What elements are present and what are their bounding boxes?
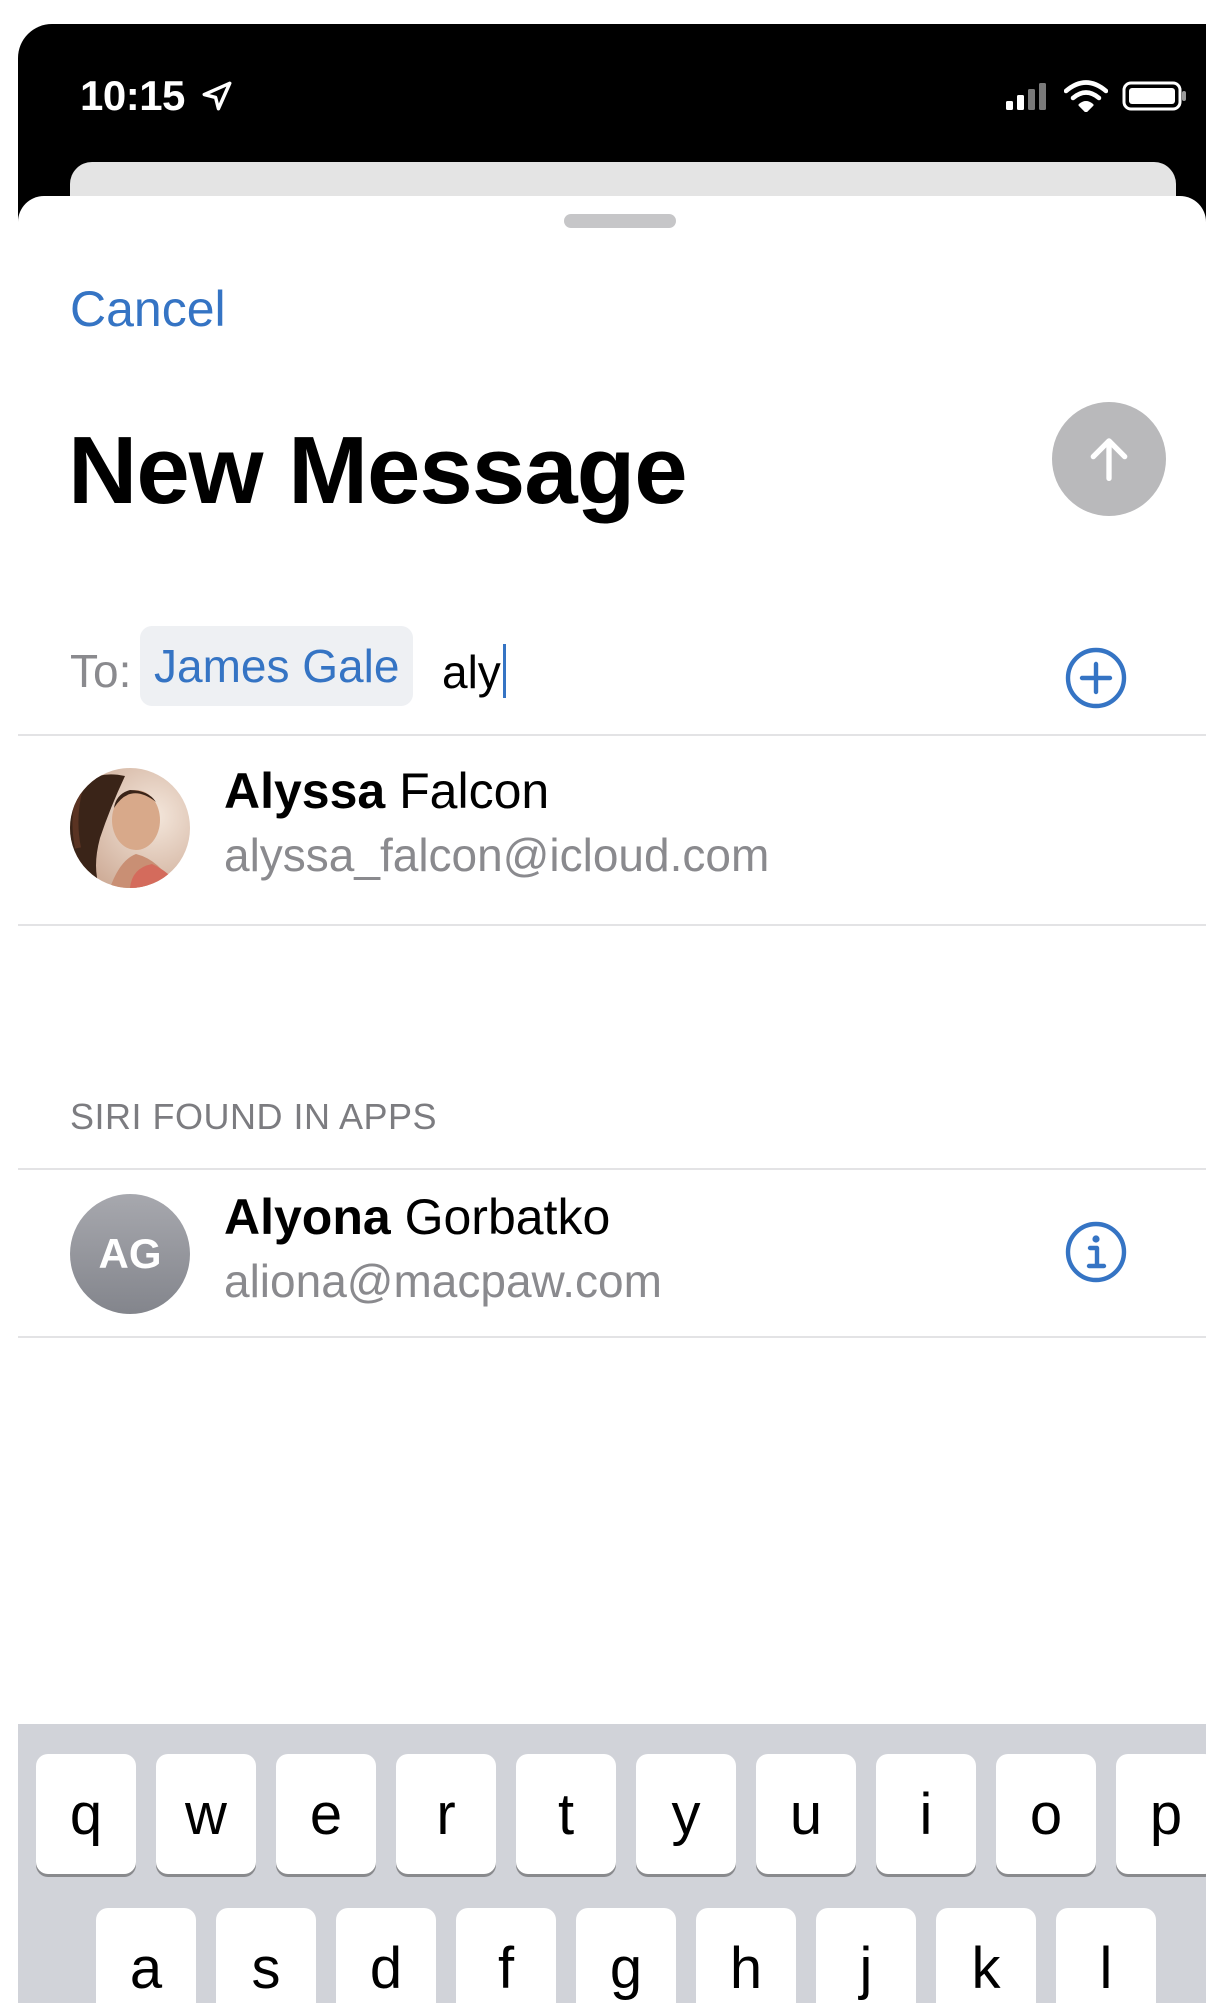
key-d[interactable]: d bbox=[336, 1908, 436, 2003]
contact-info-button[interactable] bbox=[1064, 1220, 1128, 1289]
key-h[interactable]: h bbox=[696, 1908, 796, 2003]
key-a[interactable]: a bbox=[96, 1908, 196, 2003]
key-t[interactable]: t bbox=[516, 1754, 616, 1874]
avatar: AG bbox=[70, 1194, 190, 1314]
compose-sheet: Cancel New Message To: James Gale aly Al… bbox=[18, 196, 1206, 2003]
contact-name-rest: Falcon bbox=[385, 763, 550, 819]
contact-name: Alyssa Falcon bbox=[224, 762, 549, 820]
key-q[interactable]: q bbox=[36, 1754, 136, 1874]
arrow-up-icon bbox=[1090, 438, 1128, 481]
key-u[interactable]: u bbox=[756, 1754, 856, 1874]
key-p[interactable]: p bbox=[1116, 1754, 1206, 1874]
phone-screen: 10:15 Cancel New Message To: James Gale … bbox=[18, 24, 1206, 2003]
key-s[interactable]: s bbox=[216, 1908, 316, 2003]
key-r[interactable]: r bbox=[396, 1754, 496, 1874]
typed-text: aly bbox=[442, 646, 501, 698]
cancel-button[interactable]: Cancel bbox=[70, 280, 226, 338]
key-g[interactable]: g bbox=[576, 1908, 676, 2003]
info-circle-icon bbox=[1065, 1221, 1127, 1283]
key-l[interactable]: l bbox=[1056, 1908, 1156, 2003]
status-time: 10:15 bbox=[80, 72, 234, 120]
page-title: New Message bbox=[68, 417, 688, 524]
contact-email: alyssa_falcon@icloud.com bbox=[224, 829, 770, 881]
signal-icon bbox=[1006, 83, 1046, 110]
plus-circle-icon bbox=[1065, 647, 1127, 709]
location-arrow-icon bbox=[202, 81, 232, 111]
to-label: To: bbox=[70, 645, 132, 697]
key-j[interactable]: j bbox=[816, 1908, 916, 2003]
contact-name: Alyona Gorbatko bbox=[224, 1188, 610, 1246]
to-input[interactable]: aly bbox=[442, 644, 506, 699]
to-field[interactable]: To: James Gale aly bbox=[18, 606, 1206, 736]
contact-photo-avatar bbox=[70, 768, 190, 888]
keyboard: q w e r t y u i o p a s d f g h j k l bbox=[18, 1724, 1206, 2003]
contact-email: aliona@macpaw.com bbox=[224, 1255, 662, 1307]
key-o[interactable]: o bbox=[996, 1754, 1096, 1874]
siri-contact-row[interactable]: AG Alyona Gorbatko aliona@macpaw.com bbox=[18, 1170, 1206, 1338]
key-f[interactable]: f bbox=[456, 1908, 556, 2003]
key-y[interactable]: y bbox=[636, 1754, 736, 1874]
wifi-icon bbox=[1064, 80, 1108, 112]
key-k[interactable]: k bbox=[936, 1908, 1036, 2003]
contact-name-match: Alyona bbox=[224, 1189, 391, 1245]
avatar bbox=[70, 768, 190, 888]
status-icons bbox=[1004, 80, 1188, 112]
key-i[interactable]: i bbox=[876, 1754, 976, 1874]
add-recipient-button[interactable] bbox=[1064, 646, 1128, 715]
battery-icon bbox=[1122, 81, 1186, 111]
send-button[interactable] bbox=[1052, 402, 1166, 516]
status-bar: 10:15 bbox=[18, 24, 1206, 174]
recipient-chip[interactable]: James Gale bbox=[140, 626, 414, 706]
clock: 10:15 bbox=[80, 72, 185, 119]
sheet-grabber[interactable] bbox=[564, 214, 676, 228]
avatar-initials: AG bbox=[98, 1230, 162, 1277]
section-header: SIRI FOUND IN APPS bbox=[70, 1096, 438, 1137]
text-caret bbox=[502, 644, 506, 698]
key-w[interactable]: w bbox=[156, 1754, 256, 1874]
key-e[interactable]: e bbox=[276, 1754, 376, 1874]
contact-suggestion-row[interactable]: Alyssa Falcon alyssa_falcon@icloud.com bbox=[18, 736, 1206, 926]
contact-name-rest: Gorbatko bbox=[390, 1189, 611, 1245]
contact-name-match: Alyssa bbox=[224, 763, 386, 819]
